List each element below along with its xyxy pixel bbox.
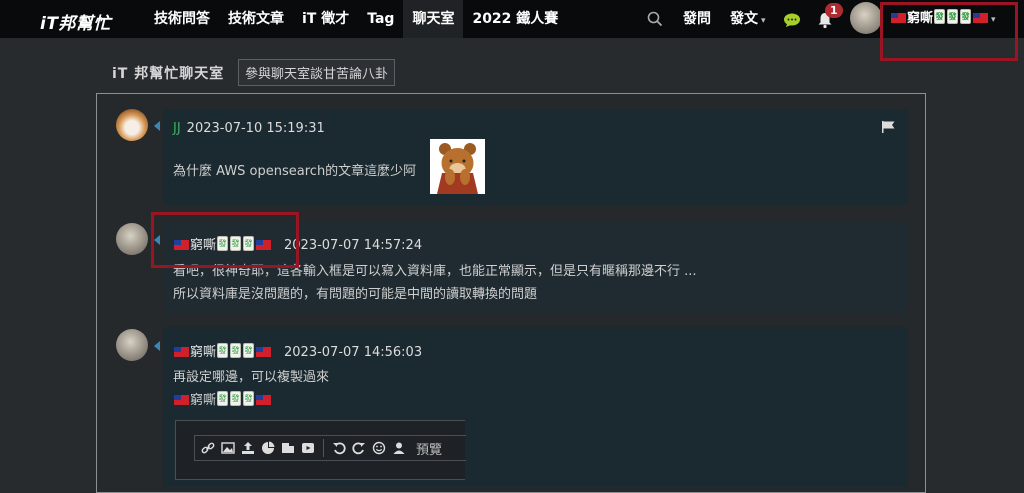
code-icon[interactable] (281, 441, 295, 455)
flag-icon (174, 395, 189, 405)
avatar[interactable] (116, 109, 148, 141)
user-icon[interactable] (392, 441, 406, 455)
top-navbar: iT邦幫忙 技術問答 技術文章 iT 徵才 Tag 聊天室 2022 鐵人賽 發… (0, 0, 1024, 38)
emoji-icon[interactable] (372, 441, 386, 455)
link-icon[interactable] (201, 441, 215, 455)
chevron-down-icon: ▾ (761, 16, 766, 26)
message-time: 2023-07-07 14:57:24 (284, 238, 423, 253)
message-text: 所以資料庫是沒問題的，有問題的可能是中間的讀取轉換的問題 (173, 287, 538, 302)
bear-sticker-image (430, 139, 485, 194)
nav-articles[interactable]: 技術文章 (219, 0, 293, 38)
undo-icon[interactable] (332, 441, 346, 455)
message-user[interactable]: JJ (173, 121, 181, 136)
message-meta: 窮嘶發發發 2023-07-07 14:56:03 (173, 341, 422, 360)
message-time: 2023-07-10 15:19:31 (186, 121, 325, 136)
avatar[interactable] (116, 223, 148, 255)
user-avatar[interactable] (850, 2, 882, 34)
mahjong-tile-icon: 發 (217, 391, 229, 406)
nav-chatroom[interactable]: 聊天室 (403, 0, 464, 38)
room-tag[interactable]: 參與聊天室談甘苦論八卦 (238, 59, 396, 86)
upload-icon[interactable] (241, 441, 255, 455)
message-item: 窮嘶發發發 2023-07-07 14:56:03 再設定哪邊，可以複製過來 窮嘶… (163, 327, 908, 487)
quoted-username: 窮嘶發發發 (173, 389, 272, 408)
site-logo[interactable]: iT邦幫忙 (40, 9, 111, 34)
room-title: iT 邦幫忙聊天室 (112, 66, 225, 82)
message-item: JJ 2023-07-10 15:19:31 為什麼 AWS opensearch… (163, 109, 908, 205)
mahjong-tile-icon: 發 (243, 391, 255, 406)
message-user[interactable]: 窮嘶 (190, 345, 216, 360)
flag-icon (256, 395, 272, 405)
mahjong-tile-icon: 發 (217, 343, 229, 358)
redo-icon[interactable] (352, 441, 366, 455)
image-icon[interactable] (221, 441, 235, 455)
chart-icon[interactable] (261, 441, 275, 455)
chat-icon[interactable] (783, 13, 801, 27)
editor-toolbar: 預覽 (194, 435, 466, 461)
nav-qa[interactable]: 技術問答 (145, 0, 219, 38)
mahjong-tile-icon: 發 (230, 343, 242, 358)
editor-screenshot: 預覽 (175, 420, 466, 480)
flag-icon[interactable] (882, 121, 895, 133)
message-text: 為什麼 AWS opensearch的文章這麼少阿 (173, 164, 417, 179)
message-pointer (154, 341, 160, 351)
search-icon[interactable] (647, 11, 663, 27)
message-pointer (154, 121, 160, 131)
ask-button[interactable]: 發問 (683, 0, 711, 38)
main-nav: 技術問答 技術文章 iT 徵才 Tag 聊天室 2022 鐵人賽 (145, 0, 567, 38)
message-text: 再設定哪邊，可以複製過來 (173, 370, 330, 385)
toolbar-divider (323, 439, 324, 457)
nav-tag[interactable]: Tag (358, 0, 403, 38)
nav-ironman[interactable]: 2022 鐵人賽 (463, 0, 567, 38)
preview-tab[interactable]: 預覽 (416, 439, 442, 458)
youtube-icon[interactable] (301, 441, 315, 455)
flag-icon (256, 347, 272, 357)
mahjong-tile-icon: 發 (230, 391, 242, 406)
message-meta: JJ 2023-07-10 15:19:31 (173, 121, 325, 136)
post-dropdown[interactable]: 發文 ▾ (730, 0, 766, 40)
post-label: 發文 (730, 11, 758, 27)
highlight-box-header (880, 2, 1018, 61)
message-time: 2023-07-07 14:56:03 (284, 345, 423, 360)
flag-icon (174, 347, 189, 357)
notification-badge: 1 (825, 3, 843, 18)
avatar[interactable] (116, 329, 148, 361)
nav-jobs[interactable]: iT 徵才 (293, 0, 358, 38)
mahjong-tile-icon: 發 (243, 343, 255, 358)
quoted-name: 窮嘶 (190, 393, 217, 408)
highlight-box-username (151, 212, 299, 268)
